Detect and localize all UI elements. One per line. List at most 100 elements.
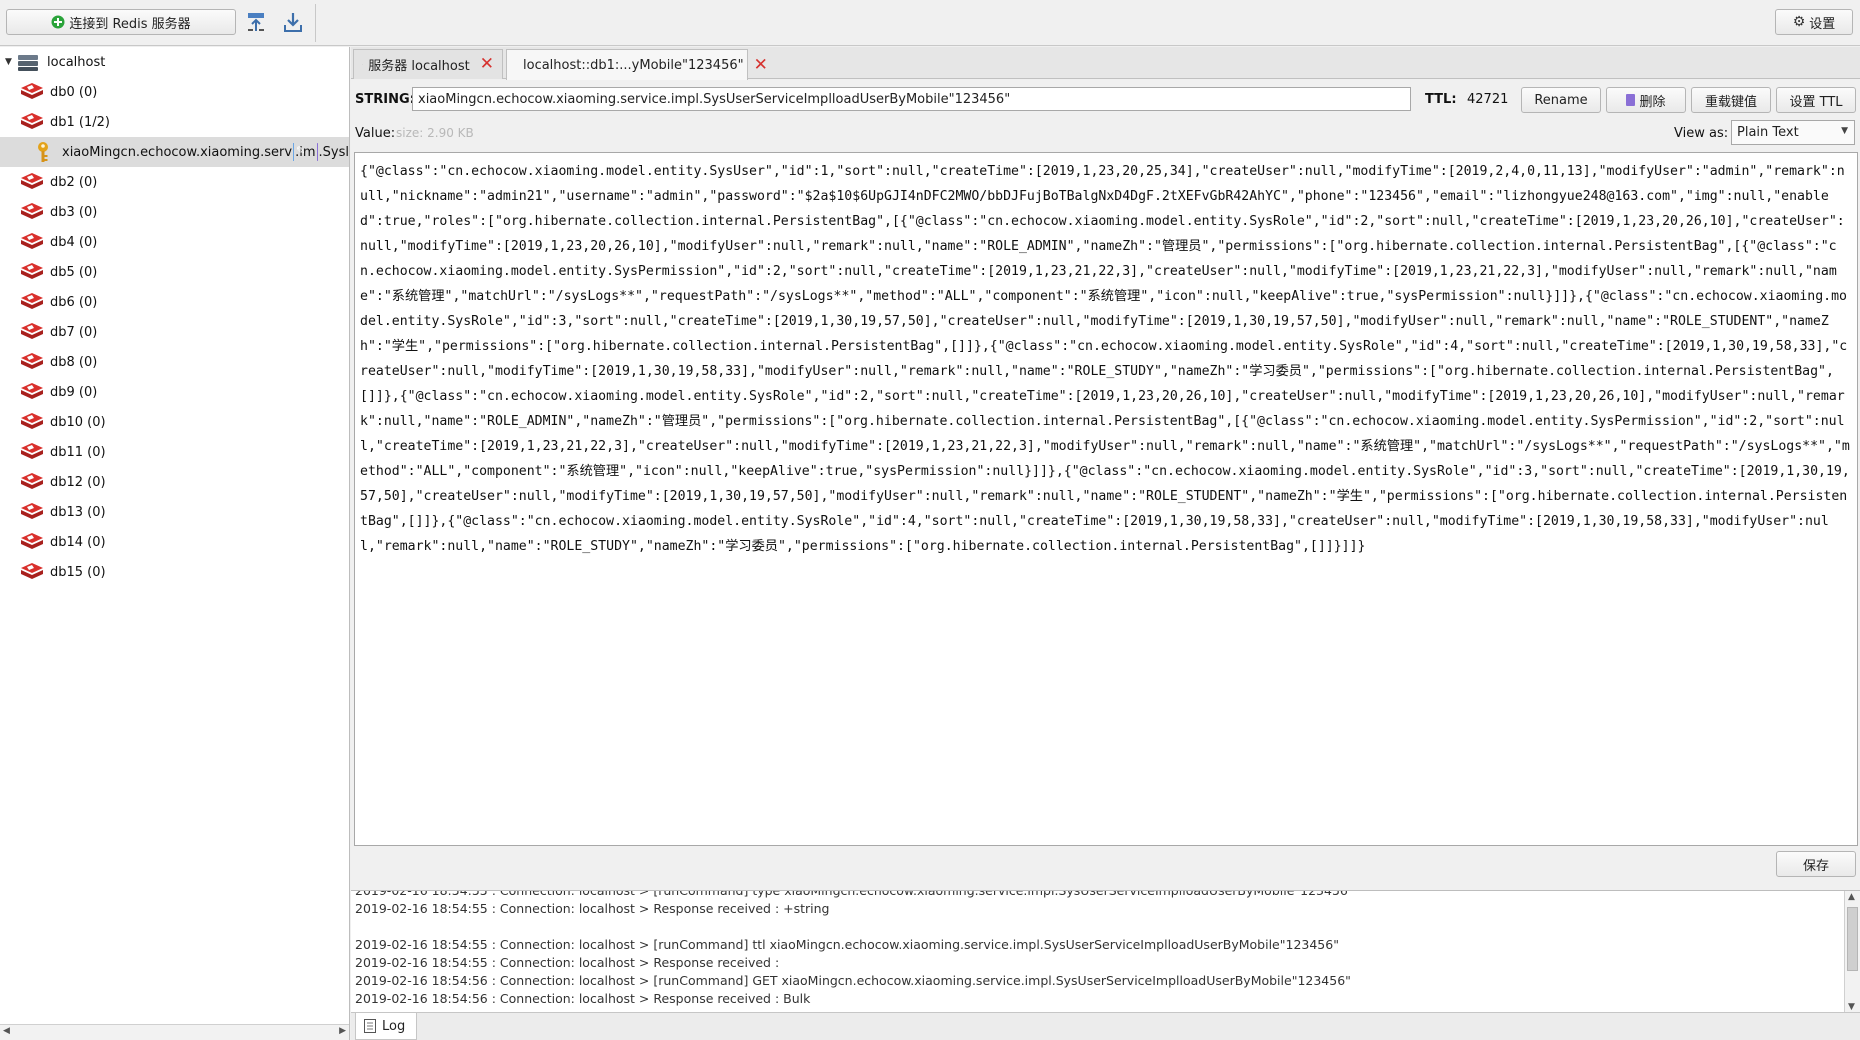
log-tab-label: Log — [382, 1018, 406, 1034]
rename-button[interactable]: Rename — [1521, 87, 1601, 113]
log-tab-bar: Log — [351, 1012, 1860, 1040]
db-label: db5 (0) — [50, 264, 98, 280]
connect-button-label: 连接到 Redis 服务器 — [69, 16, 191, 32]
log-vertical-scrollbar[interactable]: ▲ ▼ — [1844, 891, 1860, 1012]
close-icon[interactable]: ✕ — [480, 56, 494, 73]
log-line: 2019-02-16 18:54:55 : Connection: localh… — [355, 890, 1354, 898]
document-icon — [364, 1019, 376, 1033]
redis-db-icon — [21, 233, 43, 249]
close-icon[interactable]: ✕ — [754, 56, 768, 74]
db-label: db4 (0) — [50, 234, 98, 250]
reload-button-label: 重载键值 — [1704, 94, 1757, 110]
log-line: 2019-02-16 18:54:55 : Connection: localh… — [355, 901, 830, 916]
db-label: db15 (0) — [50, 564, 106, 580]
tree-db11[interactable]: db11 (0) — [0, 437, 349, 467]
key-label-part: xiaoMingcn.echocow.xiaoming.serv — [62, 144, 293, 160]
gear-icon: ⚙ — [1792, 14, 1806, 30]
db-label: db11 (0) — [50, 444, 106, 460]
tree-db0[interactable]: db0 (0) — [0, 77, 349, 107]
settings-button-label: 设置 — [1809, 16, 1836, 32]
set-ttl-button[interactable]: 设置 TTL — [1776, 87, 1856, 113]
redis-db-icon — [21, 293, 43, 309]
view-as-label: View as: — [1674, 126, 1729, 141]
key-label-part: .Sysl — [318, 144, 349, 160]
view-as-value: Plain Text — [1737, 125, 1799, 140]
scroll-left-arrow-icon[interactable]: ◀ — [3, 1026, 10, 1036]
export-button[interactable] — [280, 9, 306, 35]
ttl-label: TTL: — [1425, 92, 1457, 107]
redis-db-icon — [21, 113, 43, 129]
key-name-input[interactable]: xiaoMingcn.echocow.xiaoming.service.impl… — [412, 87, 1411, 111]
expand-arrow-icon[interactable]: ▼ — [5, 57, 13, 67]
set-ttl-button-label: 设置 TTL — [1789, 94, 1843, 110]
key-editor-panel: STRING: xiaoMingcn.echocow.xiaoming.serv… — [351, 80, 1860, 890]
delete-button-label: 删除 — [1639, 94, 1666, 110]
save-button[interactable]: 保存 — [1776, 851, 1856, 877]
tree-db12[interactable]: db12 (0) — [0, 467, 349, 497]
trash-icon[interactable] — [316, 143, 318, 161]
tree-selected-key[interactable]: xiaoMingcn.echocow.xiaoming.serv ✎ .im .… — [0, 137, 349, 167]
tree-db3[interactable]: db3 (0) — [0, 197, 349, 227]
value-label: Value: — [355, 126, 396, 141]
sidebar-horizontal-scrollbar[interactable]: ◀ ▶ — [0, 1024, 349, 1040]
scroll-up-arrow-icon[interactable]: ▲ — [1848, 892, 1855, 902]
key-type-label: STRING: — [355, 92, 415, 107]
tab-key-view[interactable]: localhost::db1:...yMobile"123456" ✕ — [506, 49, 768, 80]
db-label: db13 (0) — [50, 504, 106, 520]
key-icon — [38, 142, 48, 162]
import-icon — [248, 13, 264, 31]
tree-db15[interactable]: db15 (0) — [0, 557, 349, 587]
log-console[interactable]: 2019-02-16 18:54:55 : Connection: localh… — [351, 890, 1860, 1012]
tree-db1[interactable]: db1 (1/2) — [0, 107, 349, 137]
connect-button[interactable]: 连接到 Redis 服务器 — [6, 9, 236, 35]
log-line: 2019-02-16 18:54:55 : Connection: localh… — [355, 937, 1339, 952]
ttl-value: 42721 — [1467, 92, 1509, 107]
tree-server-localhost[interactable]: ▼ localhost — [0, 47, 349, 77]
log-line: 2019-02-16 18:54:56 : Connection: localh… — [355, 991, 811, 1006]
redis-db-icon — [21, 383, 43, 399]
db-label: db0 (0) — [50, 84, 98, 100]
log-line: 2019-02-16 18:54:55 : Connection: localh… — [355, 955, 780, 970]
redis-db-icon — [21, 353, 43, 369]
delete-button[interactable]: 删除 — [1606, 87, 1686, 113]
redis-db-icon — [21, 533, 43, 549]
server-label: localhost — [47, 54, 106, 70]
tree-db9[interactable]: db9 (0) — [0, 377, 349, 407]
tree-db4[interactable]: db4 (0) — [0, 227, 349, 257]
redis-db-icon — [21, 173, 43, 189]
reload-value-button[interactable]: 重载键值 — [1691, 87, 1771, 113]
tree-db14[interactable]: db14 (0) — [0, 527, 349, 557]
scroll-right-arrow-icon[interactable]: ▶ — [339, 1026, 346, 1036]
tab-label: localhost::db1:...yMobile"123456" — [523, 57, 744, 73]
export-icon — [284, 13, 302, 32]
tab-server-localhost[interactable]: 服务器 localhost ✕ — [353, 49, 503, 79]
view-as-select[interactable]: Plain Text ▼ — [1731, 120, 1855, 145]
tree-db8[interactable]: db8 (0) — [0, 347, 349, 377]
redis-db-icon — [21, 83, 43, 99]
tree-db5[interactable]: db5 (0) — [0, 257, 349, 287]
db-label: db14 (0) — [50, 534, 106, 550]
log-tab[interactable]: Log — [355, 1013, 417, 1040]
rename-overlay-icon[interactable]: ✎ — [293, 143, 305, 161]
scrollbar-thumb[interactable] — [1847, 907, 1858, 971]
save-button-label: 保存 — [1802, 858, 1829, 874]
main-toolbar: 连接到 Redis 服务器 ⚙ 设置 — [0, 0, 1860, 46]
server-icon — [18, 55, 38, 71]
db-label: db2 (0) — [50, 174, 98, 190]
value-editor[interactable]: {"@class":"cn.echocow.xiaoming.model.ent… — [354, 152, 1858, 846]
trash-icon — [1626, 94, 1636, 106]
scroll-down-arrow-icon[interactable]: ▼ — [1848, 1002, 1855, 1012]
redis-db-icon — [21, 443, 43, 459]
redis-db-icon — [21, 263, 43, 279]
tree-db10[interactable]: db10 (0) — [0, 407, 349, 437]
db-label: db12 (0) — [50, 474, 106, 490]
plus-circle-icon — [51, 15, 65, 29]
tab-label: 服务器 localhost — [368, 59, 470, 74]
chevron-down-icon: ▼ — [1841, 126, 1848, 136]
tree-db2[interactable]: db2 (0) — [0, 167, 349, 197]
tree-db6[interactable]: db6 (0) — [0, 287, 349, 317]
tree-db7[interactable]: db7 (0) — [0, 317, 349, 347]
import-button[interactable] — [243, 9, 269, 35]
settings-button[interactable]: ⚙ 设置 — [1775, 9, 1853, 35]
tree-db13[interactable]: db13 (0) — [0, 497, 349, 527]
